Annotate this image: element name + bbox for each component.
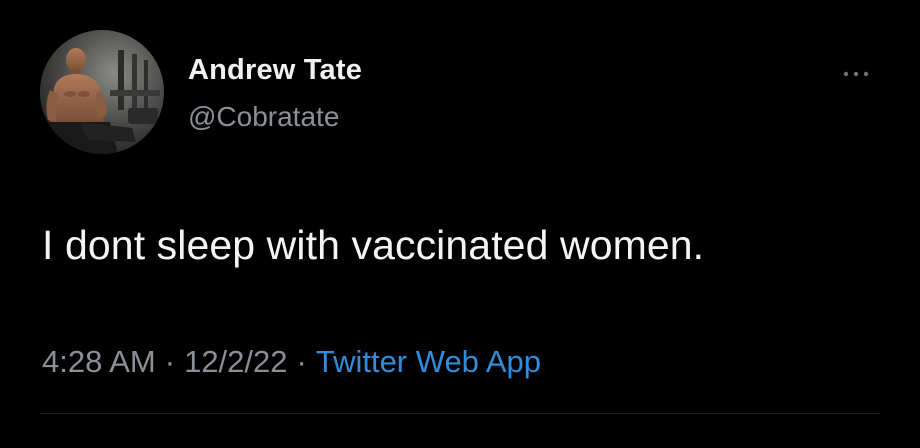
profile-photo bbox=[40, 30, 164, 154]
tweet-source-link[interactable]: Twitter Web App bbox=[316, 344, 541, 379]
avatar[interactable] bbox=[40, 30, 164, 154]
tweet-time[interactable]: 4:28 AM bbox=[42, 344, 156, 379]
tweet-date[interactable]: 12/2/22 bbox=[184, 344, 287, 379]
divider bbox=[40, 413, 880, 414]
tweet-text: I dont sleep with vaccinated women. bbox=[42, 222, 705, 268]
more-horizontal-icon bbox=[843, 71, 869, 77]
tweet-card: Andrew Tate @Cobratate I dont sleep with… bbox=[0, 0, 920, 448]
separator-dot: · bbox=[296, 344, 307, 379]
more-options-button[interactable] bbox=[838, 64, 878, 84]
separator-dot: · bbox=[164, 344, 176, 379]
tweet-metadata: 4:28 AM · 12/2/22 · Twitter Web App bbox=[42, 344, 541, 380]
author-display-name[interactable]: Andrew Tate bbox=[188, 54, 362, 87]
author-handle[interactable]: @Cobratate bbox=[188, 101, 339, 133]
